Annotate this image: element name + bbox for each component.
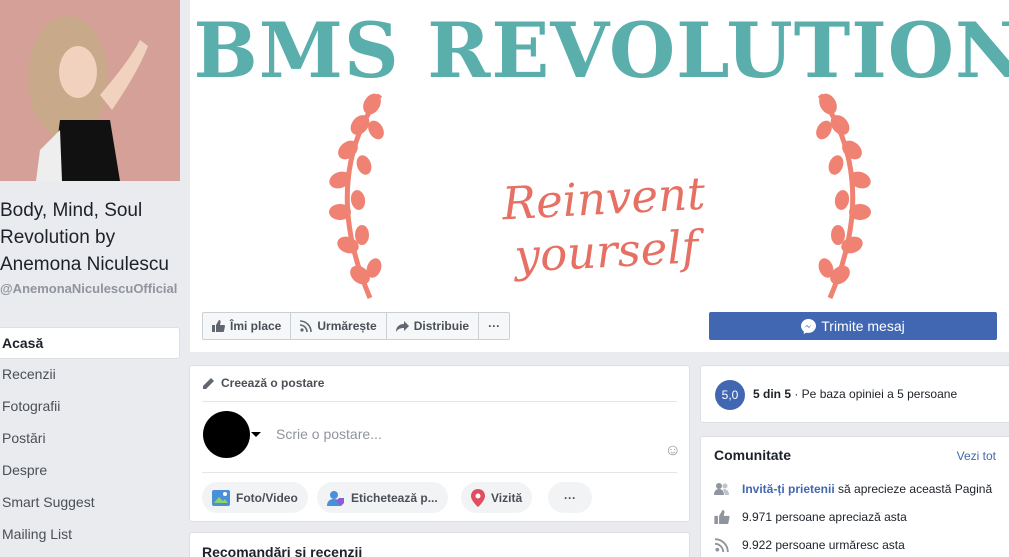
check-in-label: Vizită [491, 490, 523, 505]
follow-button[interactable]: Urmărește [291, 313, 387, 339]
invite-friends-link[interactable]: Invită-ți prietenii [742, 482, 835, 496]
post-input[interactable]: Scrie o postare... [276, 426, 382, 442]
messenger-icon [801, 318, 817, 334]
nav-item-posts[interactable]: Postări [0, 423, 180, 455]
photo-video-label: Foto/Video [236, 490, 298, 505]
left-column: Body, Mind, Soul Revolution by Anemona N… [0, 0, 186, 557]
reviews-card: Recomandări și recenzii [189, 532, 690, 557]
people-icon [714, 483, 729, 495]
cover-section: BMS REVOLUTION Reinvent yourself Îmi pla… [190, 0, 1009, 352]
community-card: Comunitate Vezi tot Invită-ți prietenii … [700, 436, 1009, 557]
invite-friends-row: Invită-ți prietenii să aprecieze această… [714, 482, 992, 496]
rss-icon [714, 538, 729, 552]
cover-tagline: Reinvent yourself [500, 166, 707, 283]
like-button[interactable]: Îmi place [203, 313, 292, 339]
rating-basis: · Pe baza opiniei a 5 persoane [791, 387, 958, 401]
chevron-down-icon[interactable] [251, 432, 261, 437]
composer-more-button[interactable]: ··· [548, 482, 592, 513]
share-label: Distribuie [413, 319, 470, 333]
follows-count: 9.922 persoane urmăresc asta [742, 538, 905, 552]
community-title: Comunitate [714, 447, 791, 463]
rating-summary: 5 din 5 · Pe baza opiniei a 5 persoane [753, 387, 957, 401]
send-message-button[interactable]: Trimite mesaj [709, 312, 997, 340]
avatar[interactable] [203, 411, 250, 458]
nav-item-home[interactable]: Acasă [0, 327, 180, 359]
rating-badge: 5,0 [715, 380, 745, 410]
cover-photo[interactable]: BMS REVOLUTION Reinvent yourself [190, 0, 1009, 300]
see-all-link[interactable]: Vezi tot [957, 449, 996, 463]
likes-count: 9.971 persoane apreciază asta [742, 510, 907, 524]
reviews-title: Recomandări și recenzii [202, 544, 363, 557]
thumbs-up-icon [212, 320, 225, 332]
share-button[interactable]: Distribuie [387, 313, 480, 339]
share-arrow-icon [395, 320, 409, 332]
divider [202, 401, 677, 402]
rating-card: 5,0 5 din 5 · Pe baza opiniei a 5 persoa… [700, 365, 1009, 423]
thumbs-up-icon [714, 510, 730, 524]
like-label: Îmi place [230, 319, 282, 333]
nav-item-reviews[interactable]: Recenzii [0, 359, 180, 391]
more-icon: ··· [488, 319, 501, 333]
likes-count-row: 9.971 persoane apreciază asta [714, 510, 907, 524]
pencil-icon [203, 377, 214, 389]
rss-icon [300, 320, 313, 332]
composer-header-label: Creează o postare [221, 376, 325, 390]
follows-count-row: 9.922 persoane urmăresc asta [714, 538, 905, 552]
more-icon: ··· [564, 490, 576, 505]
tag-people-icon [327, 490, 344, 506]
send-message-label: Trimite mesaj [821, 318, 905, 334]
profile-picture[interactable] [0, 0, 180, 181]
location-pin-icon [471, 488, 485, 507]
follow-label: Urmărește [317, 319, 377, 333]
more-options-button[interactable]: ··· [479, 313, 509, 339]
page-nav: Acasă Recenzii Fotografii Postări Despre… [0, 327, 180, 551]
tag-people-label: Etichetează p... [351, 490, 438, 505]
nav-item-about[interactable]: Despre [0, 455, 180, 487]
emoji-icon[interactable]: ☺ [665, 442, 681, 460]
nav-item-smart-suggest[interactable]: Smart Suggest [0, 487, 180, 519]
nav-item-photos[interactable]: Fotografii [0, 391, 180, 423]
page-title: Body, Mind, Soul Revolution by Anemona N… [0, 200, 169, 275]
photo-video-button[interactable]: Foto/Video [202, 482, 308, 513]
photo-icon [212, 489, 230, 506]
page-action-bar: Îmi place Urmărește Distribuie ··· [202, 312, 511, 340]
check-in-button[interactable]: Vizită [461, 482, 533, 513]
page-username[interactable]: @AnemonaNiculescuOfficial [0, 281, 178, 297]
tag-people-button[interactable]: Etichetează p... [317, 482, 448, 513]
composer-header[interactable]: Creează o postare [202, 376, 324, 390]
post-composer: Creează o postare Scrie o postare... ☺ F… [189, 365, 690, 522]
rating-out-of: 5 din 5 [753, 387, 792, 401]
nav-item-mailing-list[interactable]: Mailing List [0, 519, 180, 551]
invite-friends-text: să aprecieze această Pagină [834, 482, 993, 496]
divider [202, 472, 677, 473]
